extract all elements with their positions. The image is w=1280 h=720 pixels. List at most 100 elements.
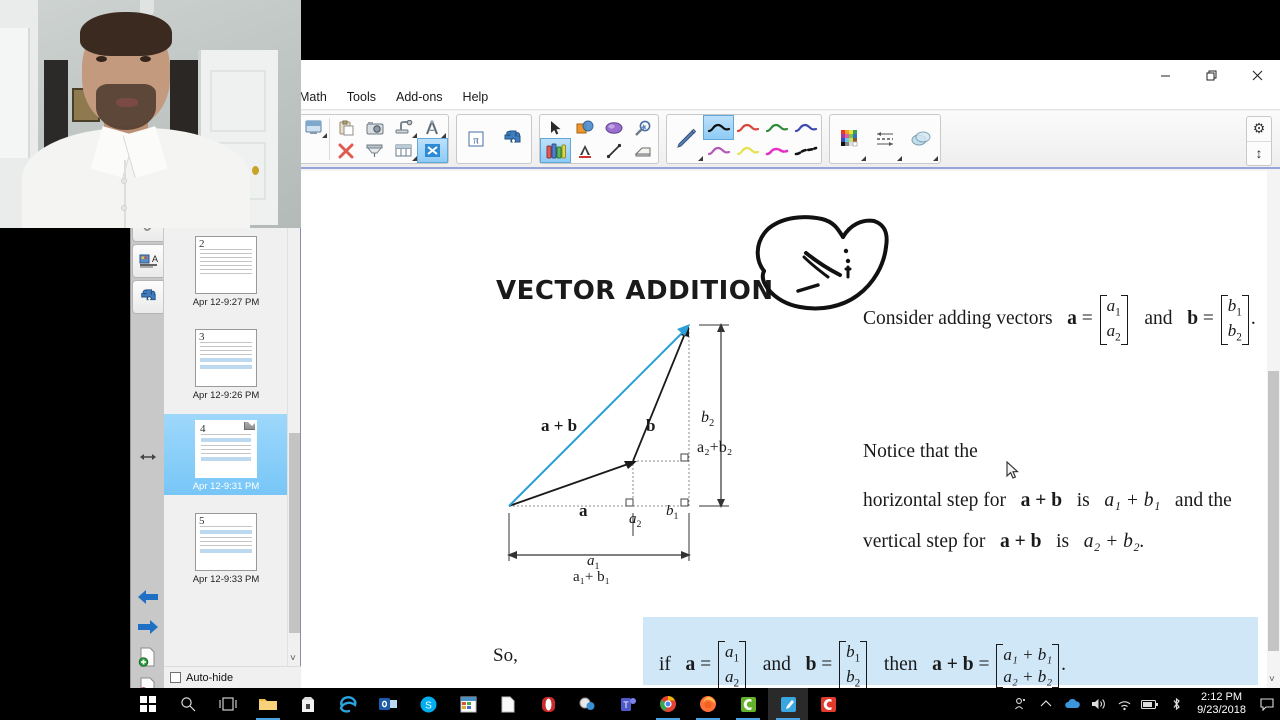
smart-notebook-button[interactable] (768, 688, 808, 720)
delete-button[interactable] (331, 139, 360, 162)
pen-dashed-black[interactable] (791, 139, 820, 162)
file-explorer-button[interactable] (248, 688, 288, 720)
document-camera-button[interactable] (389, 116, 418, 139)
pen-blue[interactable] (791, 116, 820, 139)
paste-button[interactable] (331, 116, 360, 139)
store-button[interactable] (288, 688, 328, 720)
snagit-button[interactable] (568, 688, 608, 720)
pen-magenta[interactable] (762, 139, 791, 162)
show-hidden-icons-button[interactable] (1033, 688, 1059, 720)
pen-orchid[interactable] (704, 139, 733, 162)
transparency-button[interactable] (903, 116, 939, 162)
sidebar-item-add-ons[interactable] (132, 280, 163, 314)
task-view-button[interactable] (208, 688, 248, 720)
pen-yellow[interactable] (733, 139, 762, 162)
shapes-tool[interactable] (570, 116, 599, 139)
people-icon[interactable] (1007, 688, 1033, 720)
search-button[interactable] (168, 688, 208, 720)
notebook-canvas[interactable]: VECTOR ADDITION a + b b a b2 a₂+b₂ b1 a2… (301, 171, 1280, 688)
pen-red[interactable] (733, 116, 762, 139)
pens-tool[interactable] (540, 138, 571, 163)
list-item[interactable]: 5 Apr 12-9:33 PM (164, 507, 288, 588)
next-page-button[interactable] (131, 612, 164, 642)
notice-line: Notice that the (863, 441, 978, 462)
main-toolbar: π (131, 111, 1280, 169)
label-a-plus-b: a + b (541, 416, 578, 435)
excel-button[interactable] (448, 688, 488, 720)
canvas-vertical-scrollbar[interactable]: ˅ (1267, 171, 1280, 688)
add-page-button[interactable] (131, 642, 164, 672)
page-thumbnail-list[interactable]: 1 Apr 12-9:22 PM 2 (164, 171, 288, 688)
show-hide-screen-button[interactable] (360, 139, 389, 162)
svg-text:A: A (152, 254, 158, 264)
settings-button[interactable]: ⚙ (1247, 117, 1271, 142)
volume-icon[interactable] (1085, 688, 1111, 720)
clock-date: 9/23/2018 (1197, 704, 1246, 716)
lines-tool[interactable] (599, 139, 628, 162)
sidebar-resize-handle[interactable] (131, 442, 164, 472)
vertical-step-text: vertical step for (863, 531, 986, 552)
shape-fill-tool[interactable] (599, 116, 628, 139)
color-palette-button[interactable] (831, 116, 867, 162)
camtasia-recorder-button[interactable] (808, 688, 848, 720)
eraser-tool[interactable] (628, 139, 657, 162)
start-button[interactable] (128, 688, 168, 720)
network-icon[interactable] (1111, 688, 1137, 720)
line-properties-button[interactable] (867, 116, 903, 162)
notepad-button[interactable] (488, 688, 528, 720)
thumbnail-caption: Apr 12-9:31 PM (192, 481, 260, 492)
action-center-button[interactable] (1254, 688, 1280, 720)
measurement-tools-button[interactable] (418, 116, 447, 139)
menu-add-ons[interactable]: Add-ons (396, 90, 443, 104)
opera-button[interactable] (528, 688, 568, 720)
sidebar-scroll-down-icon[interactable]: ˅ (290, 653, 296, 664)
teams-button[interactable]: T (608, 688, 648, 720)
auto-hide-checkbox[interactable] (170, 672, 181, 683)
menu-math[interactable]: Math (299, 90, 327, 104)
move-toolbar-button[interactable]: ↕ (1247, 142, 1271, 166)
pen-type-button[interactable] (668, 116, 704, 162)
bluetooth-icon[interactable] (1163, 688, 1189, 720)
list-item[interactable]: 4 Apr 12-9:31 PM (164, 414, 288, 495)
list-item[interactable]: 3 Apr 12-9:26 PM (164, 323, 288, 404)
sidebar-scrollbar[interactable]: ˅ (287, 171, 300, 688)
list-item[interactable]: 2 Apr 12-9:27 PM (164, 230, 288, 311)
pen-black[interactable] (703, 115, 734, 140)
previous-page-button[interactable] (131, 582, 164, 612)
camtasia-button[interactable] (728, 688, 768, 720)
internet-explorer-button[interactable] (328, 688, 368, 720)
menu-tools[interactable]: Tools (347, 90, 376, 104)
equals-4: = (821, 654, 833, 676)
onedrive-icon[interactable] (1059, 688, 1085, 720)
skype-button[interactable]: S (408, 688, 448, 720)
magic-pen-tool[interactable] (628, 116, 657, 139)
thumbnail-content (201, 434, 251, 464)
select-tool[interactable] (541, 116, 570, 139)
is-word-1: is (1076, 490, 1090, 511)
label-a2: a2 (629, 511, 642, 530)
sum-bottom: a₂ + b₂ (1003, 666, 1053, 686)
menu-help[interactable]: Help (463, 90, 489, 104)
chrome-button[interactable] (648, 688, 688, 720)
auto-hide-row[interactable]: Auto-hide (164, 666, 301, 688)
taskbar-clock[interactable]: 2:12 PM 9/23/2018 (1189, 691, 1254, 717)
canvas-scroll-down-icon[interactable]: ˅ (1269, 674, 1275, 685)
canvas-scrollbar-thumb[interactable] (1268, 371, 1279, 651)
thumbnail-caption: Apr 12-9:27 PM (192, 297, 260, 308)
outlook-button[interactable] (368, 688, 408, 720)
table-button[interactable] (389, 139, 418, 162)
period-2: . (1061, 654, 1066, 676)
screen-shade-button[interactable] (299, 116, 328, 139)
add-ons-button[interactable] (494, 116, 530, 162)
thumbnail-menu-button[interactable] (244, 422, 255, 430)
pen-green[interactable] (762, 116, 791, 139)
smart-exchange-button[interactable] (417, 138, 448, 163)
battery-icon[interactable] (1137, 688, 1163, 720)
sidebar-item-gallery[interactable]: A (132, 244, 163, 278)
sidebar-scrollbar-thumb[interactable] (289, 433, 300, 633)
text-tool[interactable] (570, 139, 599, 162)
math-pi-button[interactable]: π (458, 116, 494, 162)
screen-capture-button[interactable] (360, 116, 389, 139)
firefox-button[interactable] (688, 688, 728, 720)
b1-entry: b1 (1227, 296, 1242, 319)
